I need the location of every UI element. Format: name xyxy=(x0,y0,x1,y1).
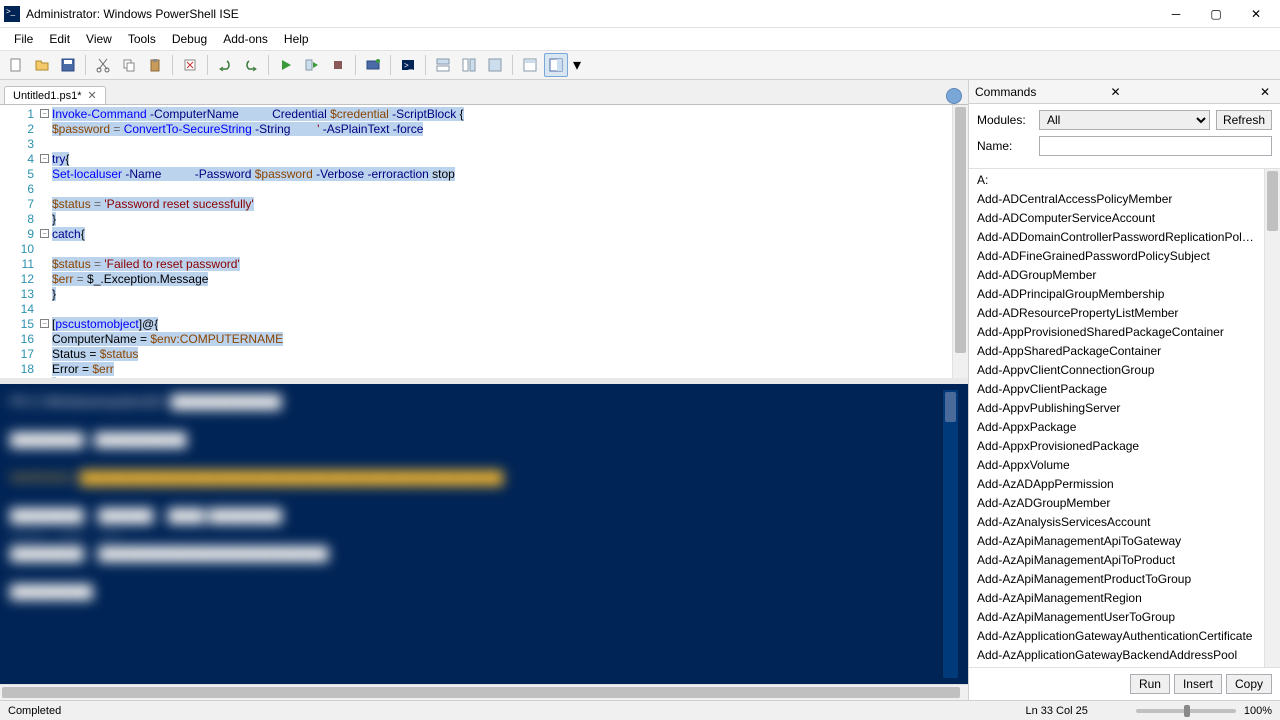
run-button[interactable]: Run xyxy=(1130,674,1170,694)
console-scrollbar[interactable] xyxy=(942,390,958,678)
command-item[interactable]: Add-AppxProvisionedPackage xyxy=(969,437,1264,456)
command-item[interactable]: Add-AzADGroupMember xyxy=(969,494,1264,513)
app-icon xyxy=(4,6,20,22)
command-item[interactable]: Add-AppvClientConnectionGroup xyxy=(969,361,1264,380)
show-script-max-button[interactable] xyxy=(483,53,507,77)
menu-help[interactable]: Help xyxy=(276,30,317,48)
command-item[interactable]: Add-AzApiManagementApiToGateway xyxy=(969,532,1264,551)
command-item[interactable]: Add-AzAnalysisServicesAccount xyxy=(969,513,1264,532)
command-item[interactable]: Add-AppxVolume xyxy=(969,456,1264,475)
commands-title: Commands xyxy=(975,85,1106,99)
commands-pane-close-icon[interactable]: ✕ xyxy=(1256,85,1274,99)
show-script-top-button[interactable] xyxy=(431,53,455,77)
command-item[interactable]: Add-ADDomainControllerPasswordReplicatio… xyxy=(969,228,1264,247)
toolbar: >_ ▾ xyxy=(0,50,1280,80)
zoom-level: 100% xyxy=(1244,705,1272,717)
run-script-button[interactable] xyxy=(274,53,298,77)
window-title: Administrator: Windows PowerShell ISE xyxy=(26,7,1156,21)
name-input[interactable] xyxy=(1039,136,1272,156)
stop-button[interactable] xyxy=(326,53,350,77)
command-item[interactable]: Add-AzApiManagementProductToGroup xyxy=(969,570,1264,589)
command-item[interactable]: Add-ADFineGrainedPasswordPolicySubject xyxy=(969,247,1264,266)
open-button[interactable] xyxy=(30,53,54,77)
refresh-button[interactable]: Refresh xyxy=(1216,110,1272,130)
modules-select[interactable]: All xyxy=(1039,110,1210,130)
run-selection-button[interactable] xyxy=(300,53,324,77)
command-item[interactable]: Add-ADGroupMember xyxy=(969,266,1264,285)
menu-view[interactable]: View xyxy=(78,30,120,48)
command-item[interactable]: A: xyxy=(969,171,1264,190)
svg-text:>_: >_ xyxy=(404,61,414,70)
minimize-button[interactable]: ─ xyxy=(1156,2,1196,26)
console-h-scrollbar[interactable] xyxy=(0,684,968,700)
show-script-right-button[interactable] xyxy=(457,53,481,77)
editor-tabs: Untitled1.ps1* ✕ xyxy=(0,80,968,104)
menu-tools[interactable]: Tools xyxy=(120,30,164,48)
code-area[interactable]: Invoke-Command -ComputerName Credential … xyxy=(52,105,952,378)
maximize-button[interactable]: ▢ xyxy=(1196,2,1236,26)
undo-button[interactable] xyxy=(213,53,237,77)
command-item[interactable]: Add-ADPrincipalGroupMembership xyxy=(969,285,1264,304)
script-dropdown-icon[interactable] xyxy=(946,88,962,104)
menu-add-ons[interactable]: Add-ons xyxy=(215,30,276,48)
zoom-slider[interactable] xyxy=(1128,705,1244,717)
menubar: FileEditViewToolsDebugAdd-onsHelp xyxy=(0,28,1280,50)
cursor-position: Ln 33 Col 25 xyxy=(1025,705,1087,717)
titlebar: Administrator: Windows PowerShell ISE ─ … xyxy=(0,0,1280,28)
commands-pane: Commands ✕ ✕ Modules: All Refresh Name: … xyxy=(968,80,1280,700)
save-button[interactable] xyxy=(56,53,80,77)
command-item[interactable]: Add-ADComputerServiceAccount xyxy=(969,209,1264,228)
cut-button[interactable] xyxy=(91,53,115,77)
commands-addon-close-icon[interactable]: ✕ xyxy=(1106,85,1124,99)
command-item[interactable]: Add-AzApiManagementApiToProduct xyxy=(969,551,1264,570)
command-item[interactable]: Add-AppvPublishingServer xyxy=(969,399,1264,418)
new-button[interactable] xyxy=(4,53,28,77)
command-item[interactable]: Add-AppxPackage xyxy=(969,418,1264,437)
command-item[interactable]: Add-AppvClientPackage xyxy=(969,380,1264,399)
tab-label: Untitled1.ps1* xyxy=(13,90,82,102)
menu-debug[interactable]: Debug xyxy=(164,30,215,48)
editor-scrollbar[interactable] xyxy=(952,105,968,378)
editor-tab[interactable]: Untitled1.ps1* ✕ xyxy=(4,86,106,104)
insert-button[interactable]: Insert xyxy=(1174,674,1222,694)
toolbar-overflow-button[interactable]: ▾ xyxy=(570,53,584,77)
name-label: Name: xyxy=(977,139,1033,153)
line-numbers: 1234567891011121314151617181920 xyxy=(0,105,40,378)
command-item[interactable]: Add-ADCentralAccessPolicyMember xyxy=(969,190,1264,209)
menu-edit[interactable]: Edit xyxy=(41,30,78,48)
status-text: Completed xyxy=(8,705,1025,717)
clear-console-button[interactable] xyxy=(178,53,202,77)
statusbar: Completed Ln 33 Col 25 100% xyxy=(0,700,1280,720)
start-powershell-button[interactable]: >_ xyxy=(396,53,420,77)
command-item[interactable]: Add-AzApplicationGatewayAuthenticationCe… xyxy=(969,627,1264,646)
command-item[interactable]: Add-ADResourcePropertyListMember xyxy=(969,304,1264,323)
command-item[interactable]: Add-AppProvisionedSharedPackageContainer xyxy=(969,323,1264,342)
copy-button-cmd[interactable]: Copy xyxy=(1226,674,1272,694)
redo-button[interactable] xyxy=(239,53,263,77)
commands-list[interactable]: A:Add-ADCentralAccessPolicyMemberAdd-ADC… xyxy=(969,169,1264,667)
command-item[interactable]: Add-AppSharedPackageContainer xyxy=(969,342,1264,361)
new-remote-tab-button[interactable] xyxy=(361,53,385,77)
copy-button[interactable] xyxy=(117,53,141,77)
fold-column: −−−− xyxy=(40,105,52,378)
modules-label: Modules: xyxy=(977,113,1033,127)
paste-button[interactable] xyxy=(143,53,167,77)
command-item[interactable]: Add-AzApplicationGatewayBackendAddressPo… xyxy=(969,646,1264,665)
script-editor[interactable]: 1234567891011121314151617181920 −−−− Inv… xyxy=(0,104,968,378)
commands-scrollbar[interactable] xyxy=(1264,169,1280,667)
menu-file[interactable]: File xyxy=(6,30,41,48)
show-command-addon-button[interactable] xyxy=(544,53,568,77)
show-command-button[interactable] xyxy=(518,53,542,77)
console-pane[interactable]: PS C:\Windows\system32> ████████████ ███… xyxy=(0,384,968,684)
close-button[interactable]: ✕ xyxy=(1236,2,1276,26)
command-item[interactable]: Add-AzADAppPermission xyxy=(969,475,1264,494)
command-item[interactable]: Add-AzApiManagementRegion xyxy=(969,589,1264,608)
tab-close-icon[interactable]: ✕ xyxy=(88,89,97,102)
command-item[interactable]: Add-AzApiManagementUserToGroup xyxy=(969,608,1264,627)
